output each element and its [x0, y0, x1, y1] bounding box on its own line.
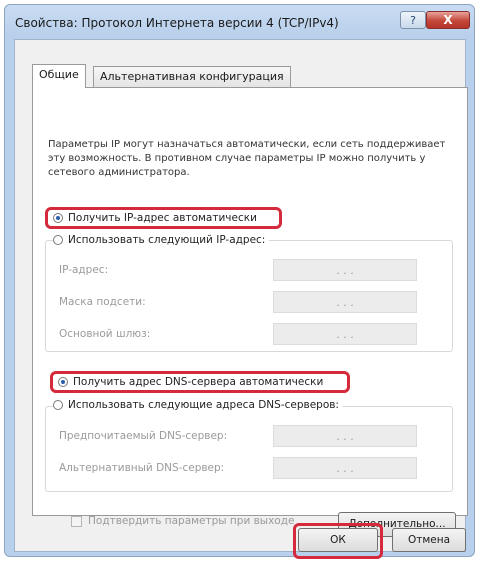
tab-general[interactable]: Общие [32, 64, 86, 88]
preferred-dns-label: Предпочитаемый DNS-сервер: [59, 430, 228, 442]
radio-dns-manual-label: Использовать следующие адреса DNS-сервер… [68, 399, 339, 411]
radio-dns-auto-label: Получить адрес DNS-сервера автоматически [73, 376, 324, 388]
subnet-mask-input[interactable]: . . . [273, 291, 417, 313]
radio-ip-auto[interactable]: Получить IP-адрес автоматически [53, 212, 257, 224]
radio-checked-icon [58, 377, 68, 387]
checkbox-unchecked-icon [71, 515, 82, 527]
window-title: Свойства: Протокол Интернета версии 4 (T… [15, 16, 339, 30]
validate-on-exit-label: Подтвердить параметры при выходе [88, 515, 295, 527]
gateway-label: Основной шлюз: [59, 328, 151, 340]
subnet-mask-label: Маска подсети: [59, 296, 146, 308]
close-button[interactable]: X [426, 11, 470, 29]
radio-dns-manual[interactable]: Использовать следующие адреса DNS-сервер… [53, 399, 343, 411]
radio-unchecked-icon [53, 400, 63, 410]
dns-group-box [45, 406, 453, 492]
ip-address-input[interactable]: . . . [273, 259, 417, 281]
help-button[interactable]: ? [400, 11, 426, 29]
tab-panel-general: Параметры IP могут назначаться автоматич… [32, 87, 468, 537]
dialog-client-area: Общие Альтернативная конфигурация Параме… [14, 39, 468, 559]
validate-on-exit-checkbox[interactable]: Подтвердить параметры при выходе [71, 515, 294, 527]
radio-ip-auto-label: Получить IP-адрес автоматически [68, 212, 257, 224]
radio-unchecked-icon [53, 235, 63, 245]
radio-ip-manual-label: Использовать следующий IP-адрес: [68, 234, 266, 246]
radio-ip-manual[interactable]: Использовать следующий IP-адрес: [53, 234, 270, 246]
gateway-input[interactable]: . . . [273, 323, 417, 345]
radio-checked-icon [53, 213, 63, 223]
tab-alternate-config[interactable]: Альтернативная конфигурация [93, 66, 291, 88]
description-text: Параметры IP могут назначаться автоматич… [48, 139, 446, 178]
dialog-window: Свойства: Протокол Интернета версии 4 (T… [4, 4, 475, 559]
radio-dns-auto[interactable]: Получить адрес DNS-сервера автоматически [58, 376, 323, 388]
cancel-button[interactable]: Отмена [392, 528, 466, 552]
alternate-dns-input[interactable]: . . . [273, 457, 417, 479]
ip-address-label: IP-адрес: [59, 264, 109, 276]
ok-button[interactable]: ОК [298, 528, 378, 552]
preferred-dns-input[interactable]: . . . [273, 425, 417, 447]
alternate-dns-label: Альтернативный DNS-сервер: [59, 462, 225, 474]
